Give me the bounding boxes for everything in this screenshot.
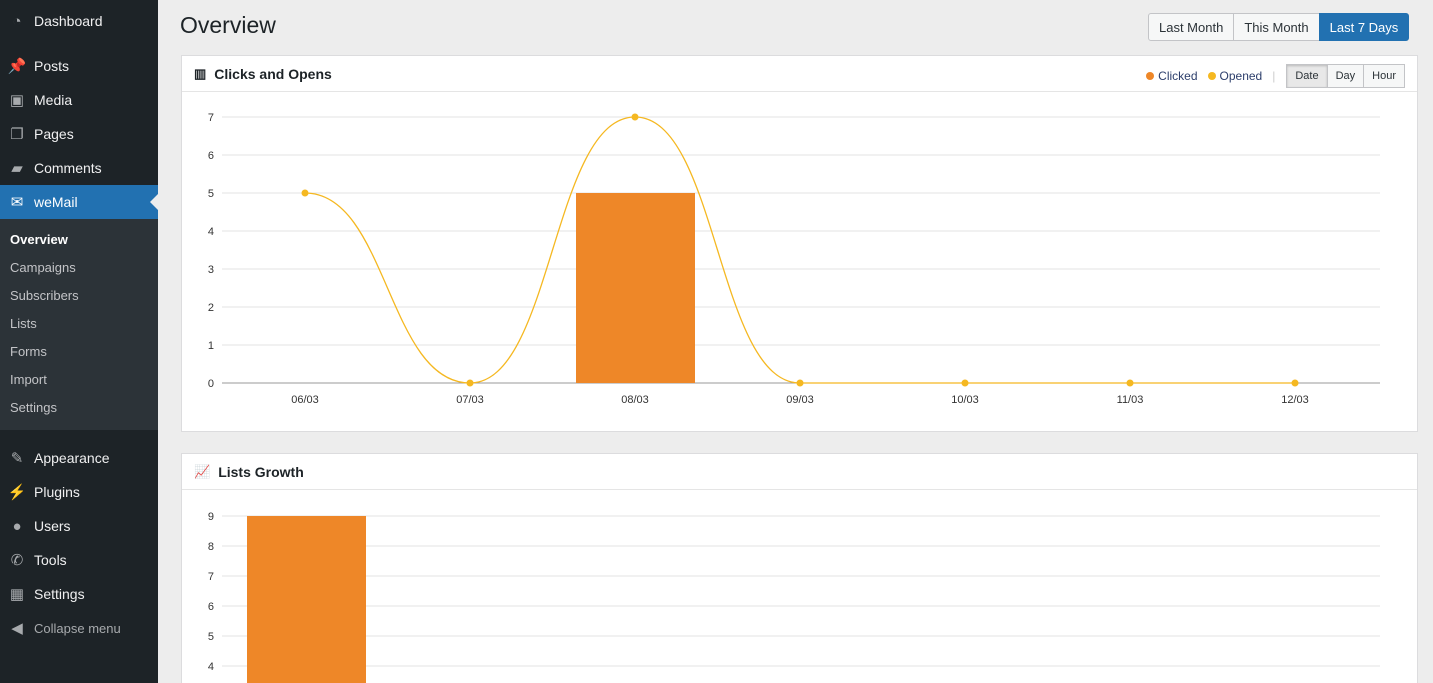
sidebar-item-label: weMail <box>34 194 78 210</box>
sidebar-item-collapse-menu[interactable]: ◀ Collapse menu <box>0 611 158 645</box>
wrench-icon: ✆ <box>10 552 24 569</box>
x-tick-label: 11/03 <box>1117 394 1144 406</box>
y-tick-label: 2 <box>208 302 214 314</box>
y-tick-label: 0 <box>208 378 214 390</box>
sidebar-item-label: Settings <box>34 586 85 602</box>
admin-sidebar: ◔ Dashboard 📌 Posts ▣ Media ❐ Pages ▰ Comments ✉ we… <box>0 0 158 683</box>
point-opened <box>961 379 969 387</box>
user-icon: ● <box>12 517 22 535</box>
envelope-icon: ✉ <box>10 194 24 211</box>
bar-chart-icon: ▥ <box>194 65 207 81</box>
point-opened <box>796 379 804 387</box>
range-this-month-button[interactable]: This Month <box>1233 13 1320 41</box>
submenu-item-subscribers[interactable]: Subscribers <box>0 282 158 310</box>
x-tick-label: 08/03 <box>621 394 649 406</box>
submenu-item-import[interactable]: Import <box>0 366 158 394</box>
sidebar-item-label: Plugins <box>34 484 80 500</box>
sidebar-item-label: Comments <box>34 160 102 176</box>
y-tick-label: 7 <box>208 571 214 583</box>
sidebar-item-pages[interactable]: ❐ Pages <box>0 117 158 151</box>
page-title: Overview <box>180 12 276 38</box>
date-range-group: Last Month This Month Last 7 Days <box>1148 13 1410 41</box>
divider: | <box>1272 69 1276 83</box>
sidebar-item-label: Posts <box>34 58 70 74</box>
bar <box>247 516 366 683</box>
bar-clicked <box>576 193 695 383</box>
range-last-7-days-button[interactable]: Last 7 Days <box>1318 13 1410 41</box>
group-day-button[interactable]: Day <box>1326 64 1365 88</box>
x-tick-label: 06/03 <box>291 394 319 406</box>
group-hour-button[interactable]: Hour <box>1363 64 1405 88</box>
sidebar-item-label: Collapse menu <box>34 620 121 636</box>
brush-icon: ✎ <box>10 450 24 467</box>
sidebar-item-posts[interactable]: 📌 Posts <box>0 49 158 83</box>
x-tick-label: 07/03 <box>456 394 484 406</box>
sidebar-item-label: Users <box>34 518 71 534</box>
sidebar-item-wemail[interactable]: ✉ weMail <box>0 185 158 219</box>
collapse-icon: ◀ <box>11 620 23 637</box>
sidebar-item-plugins[interactable]: ⚡ Plugins <box>0 475 158 509</box>
point-opened <box>301 189 309 197</box>
point-opened <box>466 379 474 387</box>
y-tick-label: 9 <box>208 511 214 523</box>
y-tick-label: 4 <box>208 661 214 673</box>
sidebar-item-label: Appearance <box>34 450 110 466</box>
submenu-item-overview[interactable]: Overview <box>0 226 158 254</box>
wemail-submenu: Overview Campaigns Subscribers Lists Forms Im… <box>0 219 158 430</box>
y-tick-label: 5 <box>208 631 214 643</box>
sidebar-item-label: Dashboard <box>34 13 103 29</box>
group-date-button[interactable]: Date <box>1286 64 1328 88</box>
sidebar-item-label: Media <box>34 92 73 108</box>
sidebar-item-comments[interactable]: ▰ Comments <box>0 151 158 185</box>
y-tick-label: 8 <box>208 541 214 553</box>
plug-icon: ⚡ <box>7 484 27 501</box>
sidebar-item-media[interactable]: ▣ Media <box>0 83 158 117</box>
comment-icon: ▰ <box>11 160 23 177</box>
y-tick-label: 5 <box>208 188 214 200</box>
pages-icon: ❐ <box>10 126 24 143</box>
sidebar-item-label: Tools <box>34 552 67 568</box>
sidebar-item-appearance[interactable]: ✎ Appearance <box>0 441 158 475</box>
card-title: Clicks and Opens <box>214 65 332 82</box>
y-tick-label: 4 <box>208 226 214 238</box>
sidebar-item-label: Pages <box>34 126 74 142</box>
submenu-item-settings[interactable]: Settings <box>0 394 158 422</box>
clicks-opens-card: ▥ Clicks and Opens Clicked Opened | Date… <box>181 55 1418 432</box>
y-tick-label: 1 <box>208 340 214 352</box>
clicks-opens-chart: 0 1 2 3 4 5 6 7 06/03 07/03 08/03 09/03 10/03 11/03 12… <box>208 112 1380 406</box>
legend-clicked[interactable]: Clicked <box>1146 69 1198 83</box>
legend-opened[interactable]: Opened <box>1207 69 1262 83</box>
point-opened <box>1291 379 1299 387</box>
pin-icon: 📌 <box>7 58 27 75</box>
y-tick-label: 7 <box>208 112 214 124</box>
chart-legend: Clicked Opened | Date Day Hour <box>1146 64 1405 88</box>
submenu-item-forms[interactable]: Forms <box>0 338 158 366</box>
x-tick-label: 10/03 <box>951 394 979 406</box>
y-tick-label: 6 <box>208 601 214 613</box>
sidebar-item-dashboard[interactable]: ◔ Dashboard <box>0 4 158 38</box>
submenu-item-campaigns[interactable]: Campaigns <box>0 254 158 282</box>
y-tick-label: 3 <box>208 264 214 276</box>
lists-growth-chart: 4 5 6 7 8 9 <box>208 511 1380 683</box>
y-tick-label: 6 <box>208 150 214 162</box>
submenu-item-lists[interactable]: Lists <box>0 310 158 338</box>
point-opened <box>1126 379 1134 387</box>
point-opened <box>631 113 639 121</box>
grouping-buttons: Date Day Hour <box>1286 64 1405 88</box>
x-tick-label: 09/03 <box>786 394 814 406</box>
lists-growth-card: 📈 Lists Growth 4 5 6 7 8 9 <box>181 453 1418 683</box>
dashboard-icon: ◔ <box>12 12 22 30</box>
card-title: Lists Growth <box>218 463 304 480</box>
sidebar-item-users[interactable]: ● Users <box>0 509 158 543</box>
line-chart-icon: 📈 <box>194 463 211 479</box>
range-last-month-button[interactable]: Last Month <box>1148 13 1235 41</box>
sidebar-item-tools[interactable]: ✆ Tools <box>0 543 158 577</box>
line-opened <box>304 116 1295 384</box>
sidebar-item-settings[interactable]: ▦ Settings <box>0 577 158 611</box>
settings-icon: ▦ <box>9 586 25 603</box>
media-icon: ▣ <box>9 92 25 109</box>
x-tick-label: 12/03 <box>1281 394 1309 406</box>
